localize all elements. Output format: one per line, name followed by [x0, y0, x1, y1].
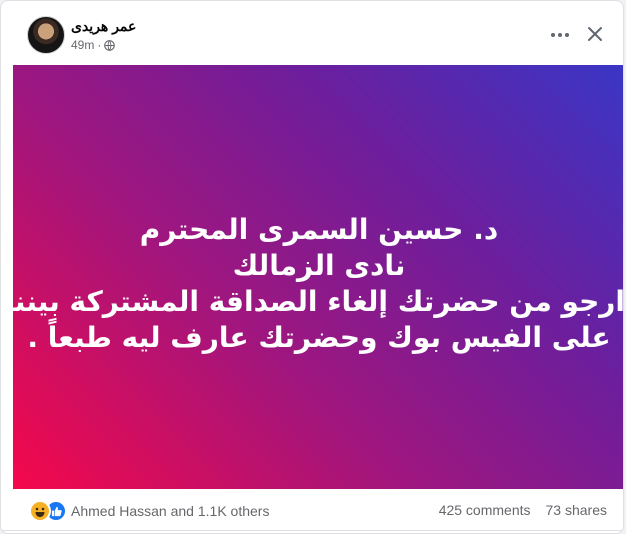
author-avatar[interactable] — [27, 16, 65, 54]
dot-icon — [565, 33, 569, 37]
reactions-summary[interactable]: Ahmed Hassan and 1.1K others — [29, 500, 269, 522]
post-line: نادى الزمالك — [232, 249, 406, 282]
comments-count[interactable]: 425 comments — [439, 502, 531, 518]
post-text: د. حسين السمرى المحترم نادى الزمالك ارجو… — [4, 212, 624, 356]
post-footer: Ahmed Hassan and 1.1K others 425 comment… — [1, 490, 623, 531]
more-options-button[interactable] — [545, 23, 575, 47]
post-header: عمر هريدى 49m · — [1, 1, 623, 65]
post-card: عمر هريدى 49m · د. حسين السمرى المحترم ن… — [0, 0, 624, 534]
post-line: د. حسين السمرى المحترم — [139, 213, 499, 246]
close-icon — [588, 27, 602, 41]
post-time[interactable]: 49m — [71, 38, 94, 52]
reactions-text[interactable]: Ahmed Hassan and 1.1K others — [71, 503, 269, 519]
post-stats: 425 comments 73 shares — [439, 502, 607, 518]
globe-icon — [104, 39, 116, 51]
post-meta: 49m · — [71, 38, 116, 52]
close-button[interactable] — [581, 20, 609, 48]
dot-icon — [551, 33, 555, 37]
dot-icon — [558, 33, 562, 37]
post-line: على الفيس بوك وحضرتك عارف ليه طبعاً . — [27, 321, 611, 354]
post-background: د. حسين السمرى المحترم نادى الزمالك ارجو… — [4, 65, 624, 489]
haha-icon — [29, 500, 51, 522]
post-line: ارجو من حضرتك إلغاء الصداقة المشتركة بين… — [4, 285, 624, 318]
author-name[interactable]: عمر هريدى — [71, 18, 136, 35]
shares-count[interactable]: 73 shares — [546, 502, 607, 518]
meta-separator: · — [97, 38, 102, 52]
